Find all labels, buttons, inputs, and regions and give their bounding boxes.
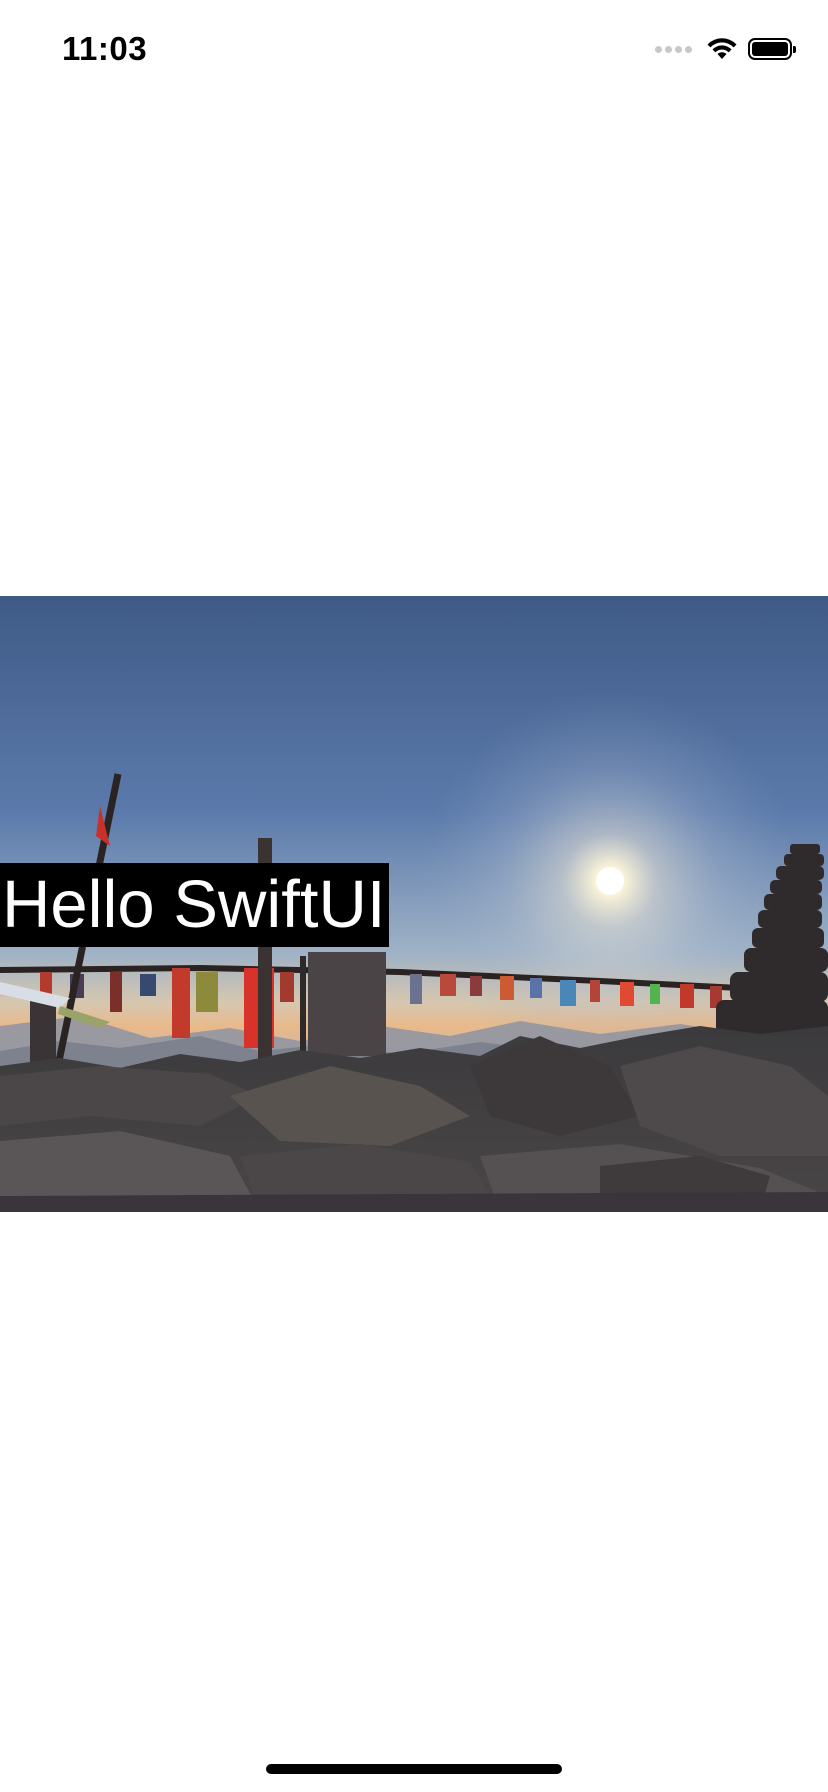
battery-icon	[748, 38, 796, 60]
status-icons	[655, 34, 796, 64]
app-screen: 11:03 Hello SwiftUI	[0, 0, 828, 1792]
status-time: 11:03	[62, 30, 148, 67]
hello-label: Hello SwiftUI	[0, 863, 390, 947]
signal-dots-icon	[655, 45, 692, 53]
home-indicator[interactable]	[266, 1764, 562, 1774]
status-bar: 11:03	[0, 0, 828, 100]
wifi-icon	[707, 38, 737, 59]
